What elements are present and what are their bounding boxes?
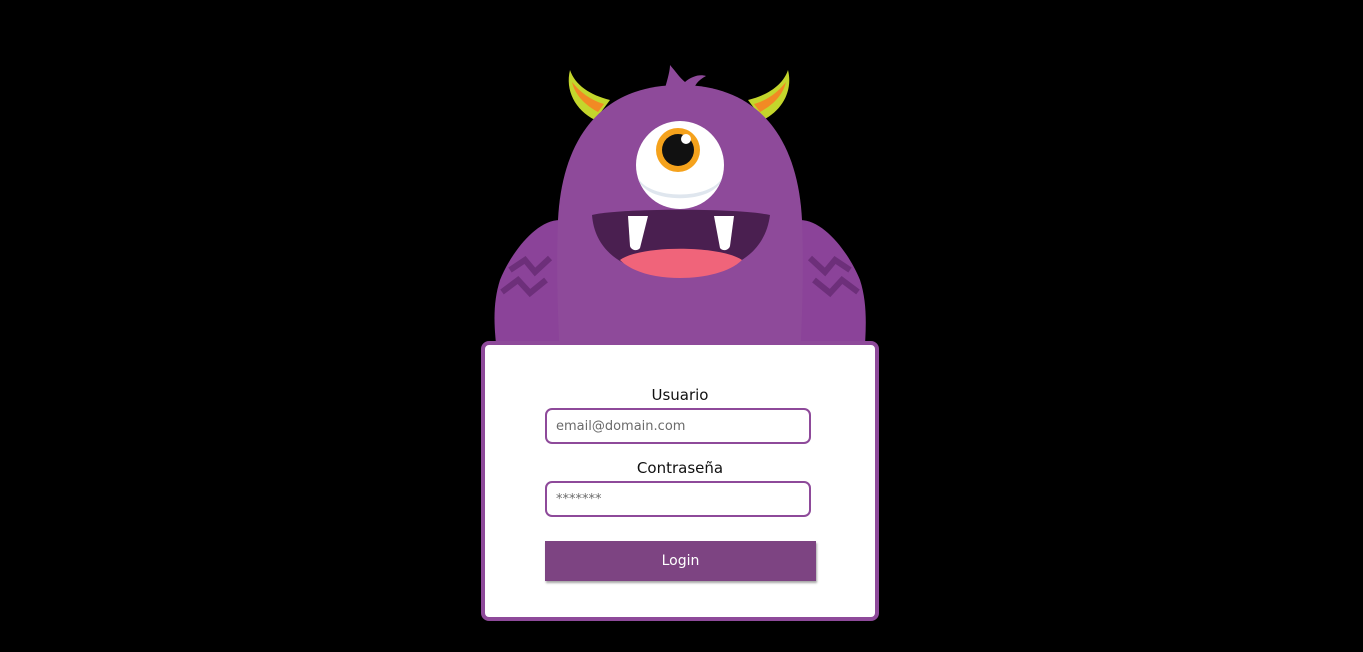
username-input[interactable] [545, 408, 811, 444]
login-card: Usuario Contraseña Login [481, 341, 879, 621]
password-label: Contraseña [636, 459, 724, 477]
password-input[interactable] [545, 481, 811, 517]
login-button[interactable]: Login [545, 541, 816, 581]
login-page: Usuario Contraseña Login [0, 0, 1363, 652]
monster-mascot-icon [494, 65, 866, 360]
username-label: Usuario [651, 386, 709, 404]
